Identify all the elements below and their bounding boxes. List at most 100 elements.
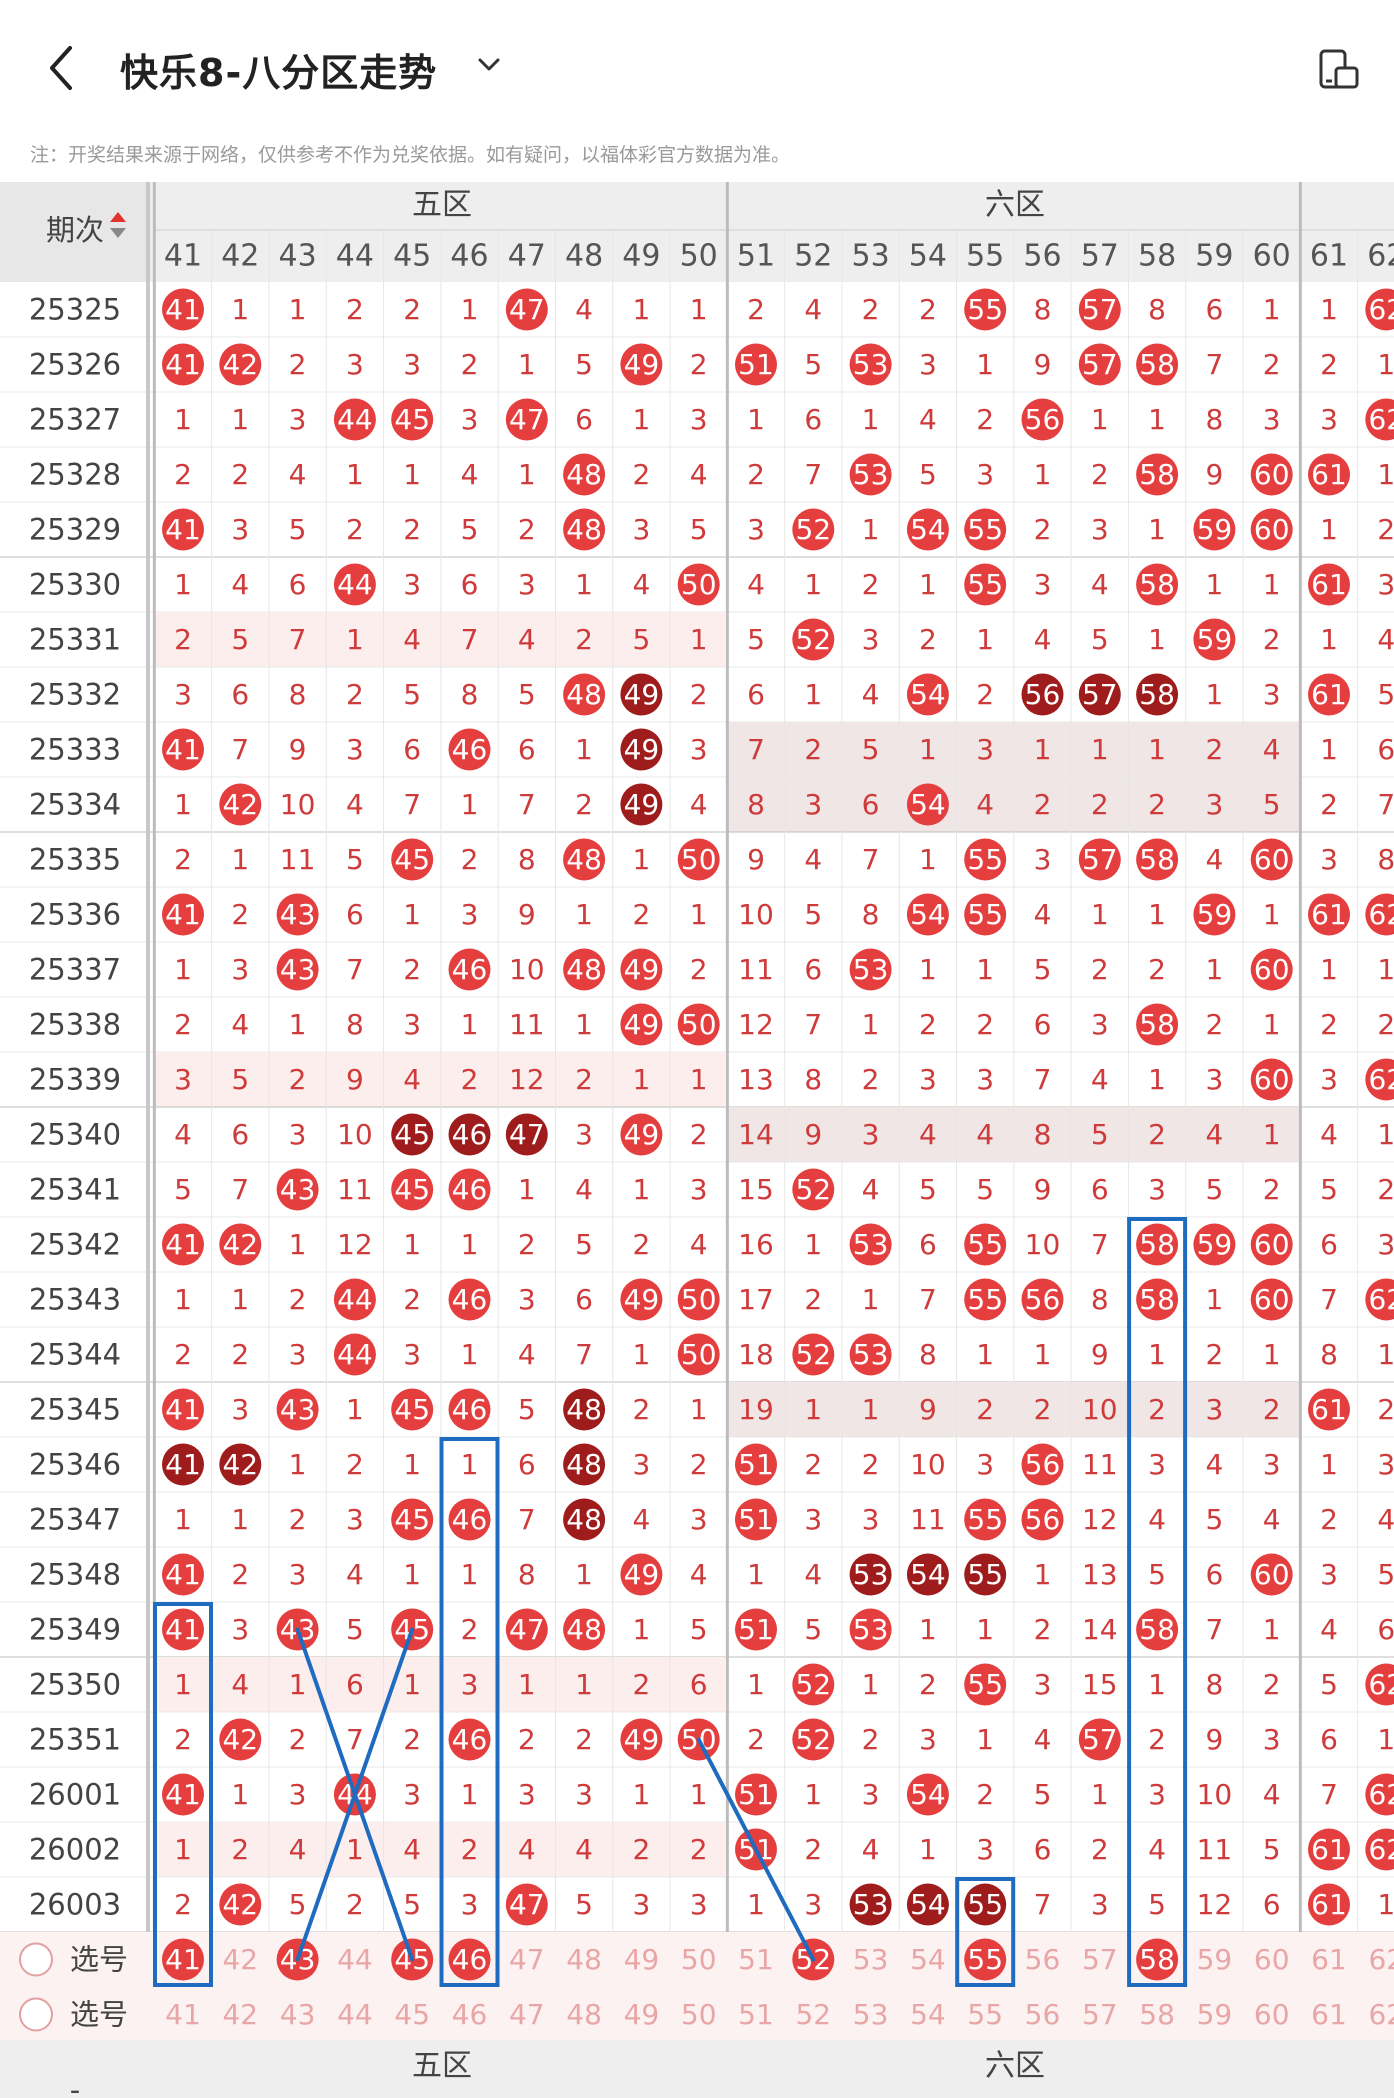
select-number-50[interactable]: 50: [681, 1998, 717, 2031]
select-number-58[interactable]: 58: [1139, 1998, 1175, 2031]
select-number-61[interactable]: 61: [1311, 1998, 1347, 2031]
ball-number: 43: [280, 898, 316, 931]
missing-count: 15: [738, 1173, 774, 1206]
select-number-41[interactable]: 41: [165, 1998, 201, 2031]
select-number-47[interactable]: 47: [509, 1998, 545, 2031]
missing-count: 1: [690, 1778, 708, 1811]
select-number-42[interactable]: 42: [222, 1998, 258, 2031]
period-cell: 25343: [29, 1283, 121, 1317]
select-number-59[interactable]: 59: [1197, 1943, 1233, 1976]
select-number-42[interactable]: 42: [222, 1943, 258, 1976]
missing-count: 5: [632, 623, 650, 656]
missing-count: 2: [461, 1063, 479, 1096]
missing-count: 3: [518, 568, 536, 601]
missing-count: 6: [1377, 733, 1394, 766]
missing-count: 3: [403, 1338, 421, 1371]
missing-count: 1: [1034, 733, 1052, 766]
missing-count: 3: [1263, 403, 1281, 436]
select-number-47[interactable]: 47: [509, 1943, 545, 1976]
select-number-51[interactable]: 51: [738, 1998, 774, 2031]
missing-count: 2: [174, 1008, 192, 1041]
missing-count: 3: [174, 678, 192, 711]
ball-number: 46: [452, 1118, 488, 1151]
ball-number: 45: [394, 403, 430, 436]
select-number-56[interactable]: 56: [1025, 1943, 1061, 1976]
missing-count: 7: [1034, 1888, 1052, 1921]
period-cell: 25334: [29, 788, 121, 822]
missing-count: 2: [1148, 788, 1166, 821]
footer-dash: -: [70, 2073, 80, 2098]
missing-count: 5: [1377, 678, 1394, 711]
select-number-52[interactable]: 52: [795, 1998, 831, 2031]
missing-count: 3: [461, 403, 479, 436]
missing-count: 4: [518, 1338, 536, 1371]
ball-number: 50: [681, 568, 717, 601]
select-number-53[interactable]: 53: [853, 1998, 889, 2031]
select-number-57[interactable]: 57: [1082, 1943, 1118, 1976]
missing-count: 2: [1148, 1118, 1166, 1151]
select-number-60[interactable]: 60: [1254, 1943, 1290, 1976]
missing-count: 2: [804, 1283, 822, 1316]
missing-count: 11: [509, 1008, 545, 1041]
select-number-44[interactable]: 44: [337, 1998, 373, 2031]
select-number-56[interactable]: 56: [1025, 1998, 1061, 2031]
ball-number: 41: [165, 898, 201, 931]
select-number-44[interactable]: 44: [337, 1943, 373, 1976]
missing-count: 2: [231, 1833, 249, 1866]
missing-count: 1: [1377, 1723, 1394, 1756]
select-number-62[interactable]: 62: [1368, 1943, 1394, 1976]
select-number-61[interactable]: 61: [1311, 1943, 1347, 1976]
select-number-50[interactable]: 50: [681, 1943, 717, 1976]
missing-count: 3: [976, 458, 994, 491]
select-label-2[interactable]: 选号: [70, 1998, 128, 2032]
period-cell: 25350: [29, 1668, 121, 1702]
select-number-49[interactable]: 49: [624, 1998, 660, 2031]
select-number-57[interactable]: 57: [1082, 1998, 1118, 2031]
missing-count: 3: [461, 898, 479, 931]
select-number-59[interactable]: 59: [1197, 1998, 1233, 2031]
period-column-label[interactable]: 期次: [46, 213, 104, 247]
missing-count: 2: [632, 1393, 650, 1426]
ball-number: 43: [280, 1173, 316, 1206]
ball-number: 49: [624, 733, 660, 766]
select-number-54[interactable]: 54: [910, 1998, 946, 2031]
ball-number: 60: [1254, 1283, 1290, 1316]
period-cell: 25335: [29, 843, 121, 877]
missing-count: 4: [632, 1503, 650, 1536]
missing-count: 4: [1205, 1448, 1223, 1481]
missing-count: 6: [1320, 1723, 1338, 1756]
select-number-45[interactable]: 45: [394, 1998, 430, 2031]
ball-number: 48: [566, 513, 602, 546]
select-radio-2[interactable]: [19, 1997, 53, 2032]
missing-count: 1: [403, 898, 421, 931]
ball-number: 45: [394, 1503, 430, 1536]
missing-count: 3: [1377, 1448, 1394, 1481]
select-number-54[interactable]: 54: [910, 1943, 946, 1976]
missing-count: 1: [804, 1228, 822, 1261]
select-number-51[interactable]: 51: [738, 1943, 774, 1976]
select-number-60[interactable]: 60: [1254, 1998, 1290, 2031]
select-number-43[interactable]: 43: [280, 1998, 316, 2031]
missing-count: 6: [575, 403, 593, 436]
select-number-62[interactable]: 62: [1368, 1998, 1394, 2031]
select-number-46[interactable]: 46: [452, 1998, 488, 2031]
period-cell: 25326: [29, 348, 121, 382]
missing-count: 3: [1263, 678, 1281, 711]
select-label-1[interactable]: 选号: [70, 1943, 128, 1977]
missing-count: 2: [575, 623, 593, 656]
select-number-49[interactable]: 49: [624, 1943, 660, 1976]
missing-count: 10: [738, 898, 774, 931]
select-number-55[interactable]: 55: [967, 1998, 1003, 2031]
select-number-53[interactable]: 53: [853, 1943, 889, 1976]
missing-count: 9: [1091, 1338, 1109, 1371]
missing-count: 3: [747, 513, 765, 546]
select-radio-1[interactable]: [19, 1942, 53, 1977]
select-number-48[interactable]: 48: [566, 1943, 602, 1976]
missing-count: 4: [403, 1063, 421, 1096]
missing-count: 2: [804, 733, 822, 766]
select-number-48[interactable]: 48: [566, 1998, 602, 2031]
missing-count: 5: [575, 348, 593, 381]
missing-count: 1: [575, 1558, 593, 1591]
select-ball-number: 46: [452, 1943, 488, 1976]
column-header-54: 54: [909, 239, 947, 274]
